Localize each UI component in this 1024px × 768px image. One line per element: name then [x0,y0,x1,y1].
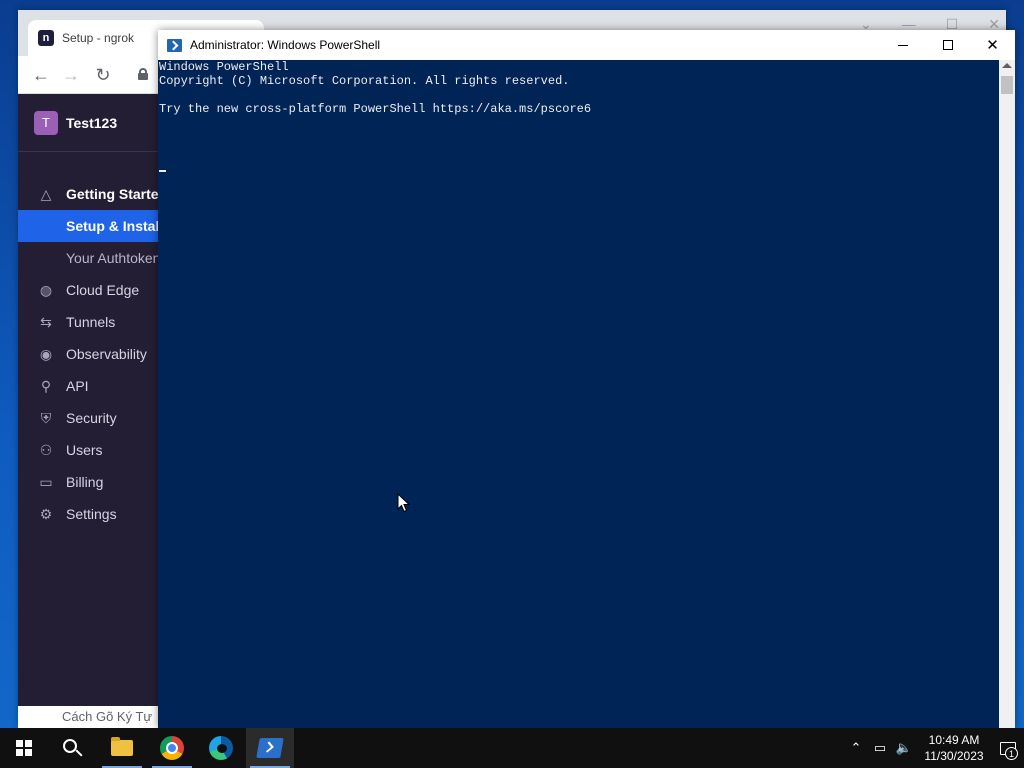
minimize-icon [897,44,908,46]
vertical-scrollbar[interactable] [999,60,1015,728]
console-line: Copyright (C) Microsoft Corporation. All… [159,74,570,88]
scroll-up-arrow-icon[interactable] [1002,63,1012,68]
scrollbar-thumb[interactable] [1001,76,1013,94]
windows-logo-icon [16,740,32,756]
ngrok-sidebar: T Test123 △ Getting Started Setup & Instal… [18,94,178,706]
chrome-taskbar-button[interactable] [148,728,196,768]
chrome-tab-title: Setup - ngrok [62,31,135,45]
sidebar-item-settings[interactable]: ⚙ Settings [18,498,178,530]
console-line: Try the new cross-platform PowerShell ht… [159,102,592,116]
users-icon: ⚇ [39,441,53,458]
sidebar-item-label: Getting Started [66,186,168,202]
gear-icon: ⚙ [39,505,53,522]
action-center-button[interactable]: 1 [992,728,1024,768]
globe-icon: ◍ [39,281,53,298]
eye-icon: ◉ [39,345,53,362]
taskbar: ⌃ ▭ 🔈 10:49 AM 11/30/2023 1 [0,728,1024,768]
window-controls: ✕ [880,30,1015,60]
powershell-icon [167,38,182,52]
system-tray: ⌃ ▭ 🔈 10:49 AM 11/30/2023 1 [844,728,1024,768]
account-switcher[interactable]: T Test123 [18,94,178,152]
sidebar-item-label: Observability [66,346,147,362]
text-cursor [159,170,166,172]
bottom-strip-text: Cách Gõ Ký Tự [62,709,153,724]
file-explorer-button[interactable] [98,728,146,768]
powershell-icon [256,738,284,758]
sidebar-item-your-authtoken[interactable]: Your Authtoken [18,242,178,274]
sidebar-item-billing[interactable]: ▭ Billing [18,466,178,498]
search-icon [63,739,77,753]
chevron-up-icon[interactable]: ⌃ [844,728,868,768]
arrows-icon: ⇆ [40,313,52,330]
sidebar-item-observability[interactable]: ◉ Observability [18,338,178,370]
sidebar-item-api[interactable]: ⚲ API [18,370,178,402]
sidebar-item-getting-started[interactable]: △ Getting Started [18,178,178,210]
maximize-icon [942,40,953,50]
sidebar-nav: △ Getting Started Setup & Installation Your… [18,178,178,530]
ngrok-favicon-icon: n [38,30,54,46]
powershell-titlebar[interactable]: Administrator: Windows PowerShell ✕ [158,30,1015,60]
sidebar-item-security[interactable]: ⛨ Security [18,402,178,434]
folder-icon [111,737,133,756]
powershell-taskbar-button[interactable] [246,728,294,768]
avatar: T [34,110,58,135]
minimize-button[interactable] [880,30,925,60]
maximize-button[interactable] [925,30,970,60]
sidebar-item-tunnels[interactable]: ⇆ Tunnels [18,306,178,338]
clock-time: 10:49 AM [928,733,980,747]
sidebar-item-users[interactable]: ⚇ Users [18,434,178,466]
sidebar-item-label: Billing [66,474,104,490]
notification-badge: 1 [1005,747,1018,760]
network-icon[interactable]: ▭ [868,728,892,768]
sidebar-item-label: Settings [66,506,117,522]
rocket-icon: △ [40,185,52,202]
reload-button[interactable]: ↻ [92,64,114,86]
shield-icon: ⛨ [40,409,52,426]
lock-icon[interactable] [138,68,148,80]
sidebar-item-cloud-edge[interactable]: ◍ Cloud Edge [18,274,178,306]
sidebar-item-label: Cloud Edge [66,282,140,298]
console-output[interactable]: Windows PowerShell Copyright (C) Microso… [158,60,999,728]
sidebar-item-setup-installation[interactable]: Setup & Installation [18,210,178,242]
edge-taskbar-button[interactable] [197,728,245,768]
close-icon: ✕ [986,37,999,54]
plug-icon: ⚲ [40,377,52,394]
account-name: Test123 [66,114,118,131]
sidebar-item-label: Your Authtoken [66,250,161,266]
console-line: Windows PowerShell [159,60,289,74]
powershell-window[interactable]: Administrator: Windows PowerShell ✕ Wind… [158,30,1015,728]
sidebar-item-label: Security [66,410,117,426]
sidebar-item-label: API [66,378,89,394]
start-button[interactable] [0,728,48,768]
chrome-icon [160,736,184,760]
mouse-pointer-icon [397,493,411,513]
edge-icon [209,736,233,760]
clock[interactable]: 10:49 AM 11/30/2023 [916,732,992,764]
window-title: Administrator: Windows PowerShell [190,38,381,52]
search-button[interactable] [48,728,96,768]
card-icon: ▭ [39,473,53,490]
volume-muted-icon[interactable]: 🔈 [892,728,916,768]
sidebar-item-label: Tunnels [66,314,116,330]
back-button[interactable]: ← [30,64,52,86]
chrome-bottom-strip: Cách Gõ Ký Tự [18,706,178,728]
forward-button[interactable]: → [60,64,82,86]
close-button[interactable]: ✕ [970,30,1015,60]
sidebar-item-label: Users [66,442,103,458]
clock-date: 11/30/2023 [924,749,984,763]
